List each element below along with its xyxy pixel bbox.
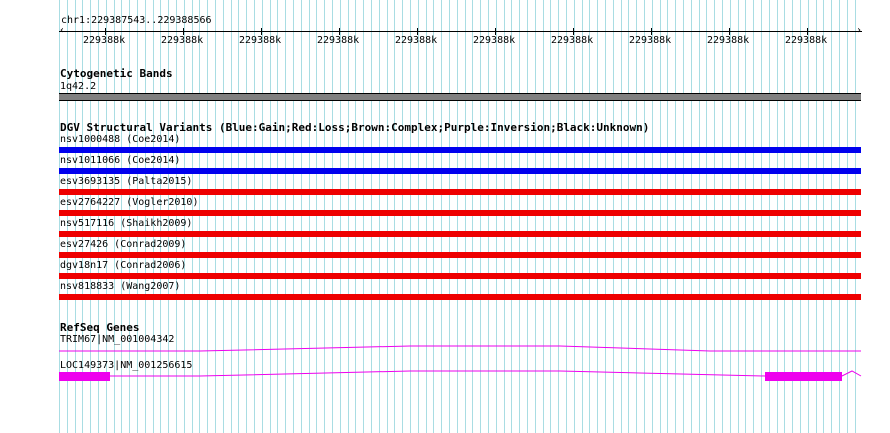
refseq-gene-models xyxy=(59,345,862,381)
gene-exon-left[interactable] xyxy=(59,372,110,381)
gene-intron-loc149373[interactable] xyxy=(59,370,862,377)
genome-browser-panel: chr1:229387543..229388566 ‹ › 229388k 229… xyxy=(0,0,890,433)
gene-exon-right[interactable] xyxy=(765,372,842,381)
gene-intron-trim67[interactable] xyxy=(59,345,861,352)
